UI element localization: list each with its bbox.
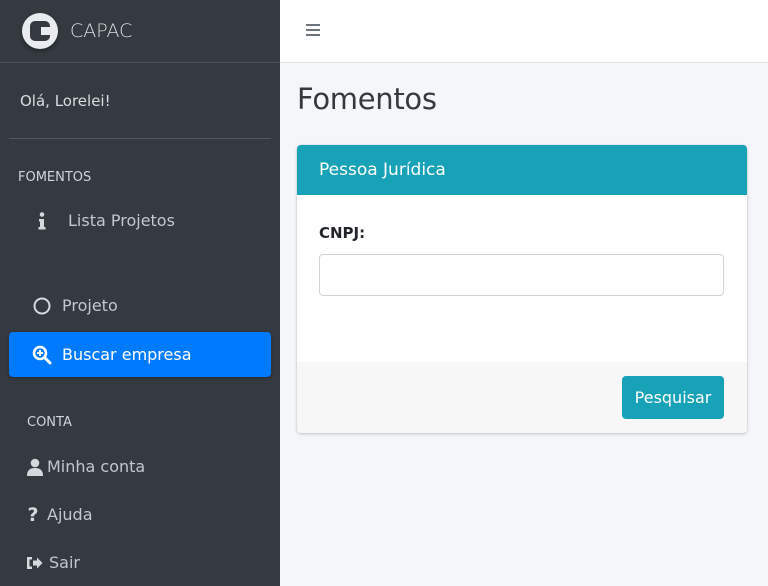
sidebar-item-lista-projetos[interactable]: Lista Projetos — [9, 198, 271, 243]
cnpj-input[interactable] — [319, 254, 724, 296]
brand-logo-icon — [22, 13, 58, 49]
sidebar: CAPAC Olá, Lorelei! FOMENTOS Lista Proje… — [0, 0, 280, 586]
sidebar-item-minha-conta[interactable]: Minha conta — [9, 444, 271, 489]
card-header: Pessoa Jurídica — [297, 145, 747, 195]
nav-header-conta: CONTA — [27, 415, 72, 430]
sidebar-item-buscar-empresa[interactable]: Buscar empresa — [9, 332, 271, 377]
nav-header-fomentos: FOMENTOS — [18, 170, 92, 185]
sidebar-item-label: Lista Projetos — [68, 211, 175, 230]
brand-name: CAPAC — [70, 20, 133, 42]
sidebar-item-label: Sair — [49, 553, 80, 572]
sidebar-item-label: Minha conta — [47, 457, 146, 476]
user-icon — [23, 458, 47, 476]
question-icon: ? — [27, 503, 39, 526]
search-plus-icon — [28, 345, 56, 365]
sidebar-item-label: Projeto — [62, 296, 118, 315]
sidebar-item-sair[interactable]: Sair — [9, 540, 271, 585]
cnpj-label: CNPJ: — [319, 224, 366, 242]
card-body: CNPJ: — [297, 195, 747, 362]
top-navbar — [280, 0, 768, 63]
sidebar-item-label: Ajuda — [47, 505, 93, 524]
page-title: Fomentos — [297, 82, 437, 116]
info-icon — [28, 211, 56, 230]
circle-icon — [28, 297, 56, 315]
card-title: Pessoa Jurídica — [319, 160, 446, 180]
sidebar-item-projeto[interactable]: Projeto — [9, 283, 271, 328]
sidebar-item-label: Buscar empresa — [62, 345, 192, 364]
card-footer: Pesquisar — [297, 362, 747, 433]
menu-toggle-icon[interactable] — [306, 24, 320, 36]
search-card: Pessoa Jurídica CNPJ: Pesquisar — [297, 145, 747, 433]
search-button[interactable]: Pesquisar — [622, 376, 724, 419]
sign-out-icon — [23, 556, 47, 570]
sidebar-item-ajuda[interactable]: ? Ajuda — [9, 492, 271, 537]
user-greeting: Olá, Lorelei! — [20, 91, 111, 110]
user-panel: Olá, Lorelei! — [9, 63, 271, 139]
brand-link[interactable]: CAPAC — [0, 0, 280, 63]
